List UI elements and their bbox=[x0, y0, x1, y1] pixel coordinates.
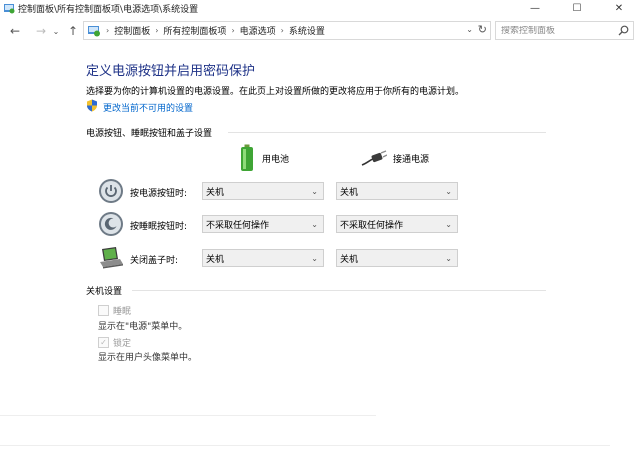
lock-checkbox-label: 锁定 bbox=[113, 339, 132, 349]
select-value: 不采取任何操作 bbox=[206, 220, 270, 231]
section-divider bbox=[132, 290, 546, 291]
power-button-icon bbox=[99, 179, 123, 203]
breadcrumb-separator[interactable]: › bbox=[155, 26, 158, 35]
sleep-button-label: 按睡眠按钮时: bbox=[130, 222, 188, 232]
lid-close-plugged-select[interactable]: 关机 ⌄ bbox=[336, 249, 458, 267]
window-title: 控制面板\所有控制面板项\电源选项\系统设置 bbox=[18, 4, 199, 15]
power-plug-icon bbox=[361, 150, 387, 166]
breadcrumb-all-items[interactable]: 所有控制面板项 bbox=[163, 24, 226, 37]
laptop-lid-icon bbox=[100, 247, 123, 269]
bottom-divider bbox=[0, 415, 376, 416]
minimize-button[interactable]: — bbox=[514, 0, 556, 16]
page-description: 选择要为你的计算机设置的电源设置。在此页上对设置所做的更改将应用于你所有的电源计… bbox=[86, 87, 465, 97]
breadcrumb-separator[interactable]: › bbox=[231, 26, 234, 35]
sleep-menu-option: 睡眠 bbox=[98, 304, 131, 317]
refresh-button[interactable]: ↻ bbox=[478, 23, 487, 36]
chevron-down-icon: ⌄ bbox=[445, 254, 452, 263]
lid-close-label: 关闭盖子时: bbox=[130, 256, 179, 266]
search-input[interactable] bbox=[501, 25, 616, 36]
power-buttons-section-header: 电源按钮、睡眠按钮和盖子设置 bbox=[86, 129, 213, 139]
battery-icon bbox=[241, 144, 253, 171]
lock-menu-option: ✓ 锁定 bbox=[98, 336, 131, 349]
change-unavailable-settings-link[interactable]: 更改当前不可用的设置 bbox=[103, 101, 193, 114]
navigation-bar: ← → ⌄ ↑ › 控制面板 › 所有控制面板项 › 电源选项 › 系统设置 ⌄… bbox=[0, 18, 640, 44]
chevron-down-icon: ⌄ bbox=[311, 220, 318, 229]
address-dropdown-icon[interactable]: ⌄ bbox=[466, 25, 473, 34]
chevron-down-icon: ⌄ bbox=[311, 254, 318, 263]
sleep-checkbox[interactable] bbox=[98, 305, 109, 316]
sleep-checkbox-label: 睡眠 bbox=[113, 307, 132, 317]
breadcrumb-control-panel[interactable]: 控制面板 bbox=[114, 24, 150, 37]
control-panel-icon bbox=[88, 26, 100, 37]
title-bar: 控制面板\所有控制面板项\电源选项\系统设置 — ☐ ✕ bbox=[0, 0, 640, 16]
recent-locations-dropdown[interactable]: ⌄ bbox=[50, 21, 62, 41]
battery-column-label: 用电池 bbox=[262, 154, 290, 165]
breadcrumb-separator: › bbox=[106, 26, 110, 35]
up-button[interactable]: ↑ bbox=[64, 21, 82, 41]
select-value: 不采取任何操作 bbox=[340, 220, 404, 231]
sleep-button-plugged-select[interactable]: 不采取任何操作 ⌄ bbox=[336, 215, 458, 233]
search-box[interactable] bbox=[495, 21, 634, 40]
chevron-down-icon: ⌄ bbox=[445, 220, 452, 229]
power-button-label: 按电源按钮时: bbox=[130, 189, 188, 199]
battery-column-header: 用电池 bbox=[240, 144, 289, 172]
plugged-in-column-label: 接通电源 bbox=[393, 154, 430, 165]
chevron-down-icon: ⌄ bbox=[445, 187, 452, 196]
chevron-down-icon: ⌄ bbox=[311, 187, 318, 196]
sleep-button-icon bbox=[99, 212, 123, 236]
back-button[interactable]: ← bbox=[6, 21, 24, 41]
lock-checkbox[interactable]: ✓ bbox=[98, 337, 109, 348]
close-button[interactable]: ✕ bbox=[598, 0, 640, 16]
select-value: 关机 bbox=[206, 254, 225, 265]
bottom-divider bbox=[0, 445, 610, 446]
main-content: 定义电源按钮并启用密码保护 选择要为你的计算机设置的电源设置。在此页上对设置所做… bbox=[0, 44, 640, 456]
uac-shield-icon bbox=[87, 99, 97, 112]
select-value: 关机 bbox=[206, 187, 225, 198]
select-value: 关机 bbox=[340, 187, 359, 198]
address-bar[interactable]: › 控制面板 › 所有控制面板项 › 电源选项 › 系统设置 ⌄ ↻ bbox=[83, 21, 491, 40]
shutdown-settings-header: 关机设置 bbox=[86, 287, 123, 297]
window-controls: — ☐ ✕ bbox=[514, 0, 640, 16]
section-divider bbox=[228, 132, 546, 133]
page-title: 定义电源按钮并启用密码保护 bbox=[86, 64, 256, 79]
power-button-battery-select[interactable]: 关机 ⌄ bbox=[202, 182, 324, 200]
sleep-option-description: 显示在"电源"菜单中。 bbox=[98, 322, 188, 332]
lid-close-battery-select[interactable]: 关机 ⌄ bbox=[202, 249, 324, 267]
lock-option-description: 显示在用户头像菜单中。 bbox=[98, 353, 198, 363]
breadcrumb-system-settings[interactable]: 系统设置 bbox=[289, 24, 325, 37]
sleep-button-battery-select[interactable]: 不采取任何操作 ⌄ bbox=[202, 215, 324, 233]
select-value: 关机 bbox=[340, 254, 359, 265]
forward-button[interactable]: → bbox=[32, 21, 50, 41]
maximize-button[interactable]: ☐ bbox=[556, 0, 598, 16]
breadcrumb-power-options[interactable]: 电源选项 bbox=[240, 24, 276, 37]
control-panel-icon bbox=[4, 4, 15, 14]
plugged-in-column-header: 接通电源 bbox=[361, 150, 429, 166]
search-icon bbox=[618, 25, 629, 36]
breadcrumb-separator[interactable]: › bbox=[281, 26, 284, 35]
power-button-plugged-select[interactable]: 关机 ⌄ bbox=[336, 182, 458, 200]
